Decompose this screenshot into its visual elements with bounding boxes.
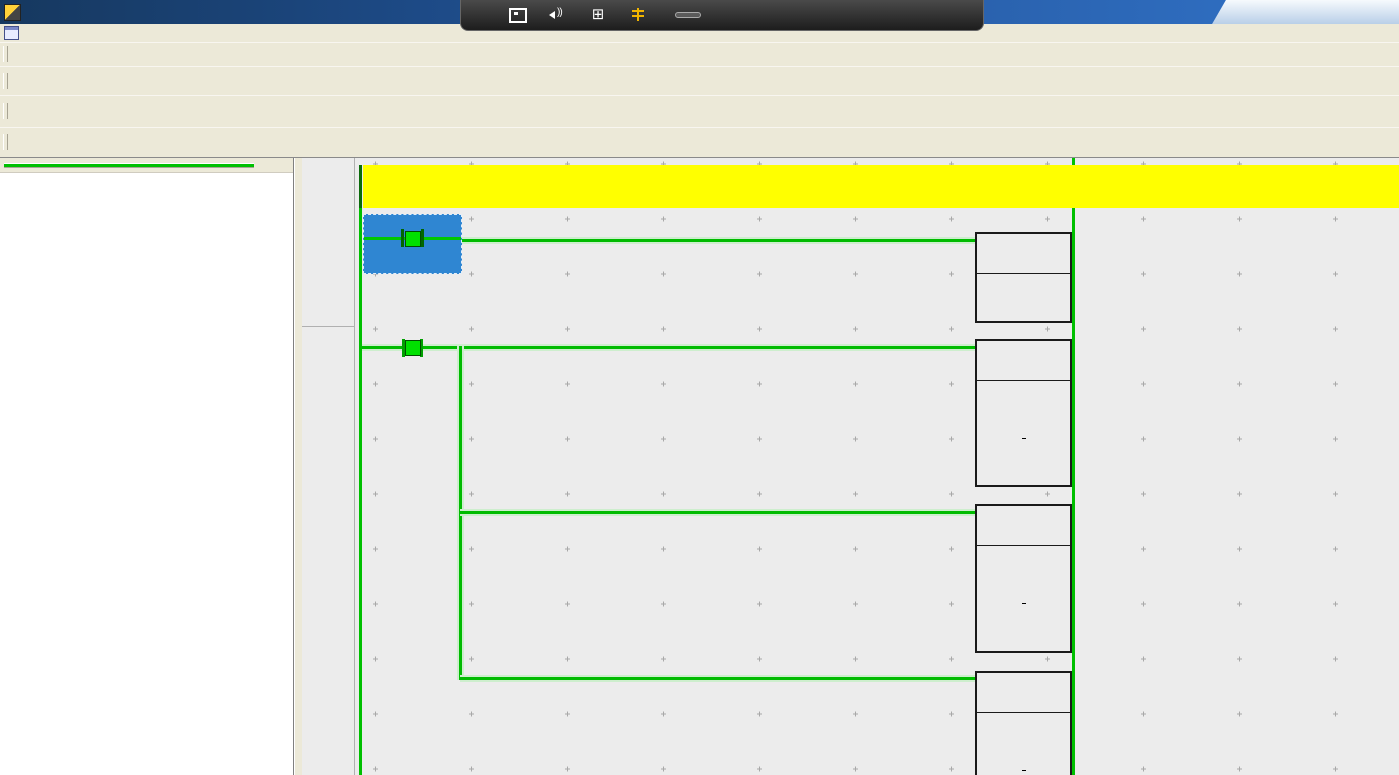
- contact-energized-square: [405, 231, 421, 247]
- toolbar-standard: [0, 42, 1399, 67]
- work-area: [0, 157, 1399, 775]
- margin-rung-divider: [302, 326, 354, 327]
- rung1-wire: [362, 344, 975, 351]
- mov-destination: [1022, 770, 1026, 775]
- block-divider: [977, 273, 1070, 274]
- margin-divider: [354, 158, 355, 775]
- mov-destination: [1022, 603, 1026, 619]
- annotation-tool-icon[interactable]: [629, 7, 647, 23]
- rung0-wire: [462, 237, 975, 244]
- window-add-icon[interactable]: ⊞: [589, 7, 607, 23]
- contact-bar: [401, 229, 404, 247]
- contact-energized-square: [405, 340, 421, 356]
- end-session-button[interactable]: [675, 12, 701, 18]
- project-tree: [0, 173, 293, 177]
- branch-wire-2: [460, 509, 975, 516]
- toolbar-grip[interactable]: [3, 73, 8, 89]
- mov-instruction-block-3[interactable]: [975, 671, 1072, 775]
- mov-instruction-block-1[interactable]: [975, 339, 1072, 487]
- contact-cf101-selected[interactable]: [363, 214, 462, 274]
- toolbar-grip[interactable]: [3, 103, 8, 119]
- mov-destination: [1022, 438, 1026, 454]
- left-bus-bar-banner: [359, 165, 362, 208]
- workspace-drag-handle[interactable]: [4, 163, 254, 168]
- workspace-close-icon[interactable]: [277, 159, 290, 170]
- block-divider: [977, 545, 1070, 546]
- app-icon: [4, 4, 21, 21]
- speaker-icon[interactable]: [549, 7, 567, 23]
- contact-bar: [421, 229, 424, 247]
- mov-instruction-block-2[interactable]: [975, 504, 1072, 653]
- workspace-header: [0, 158, 293, 173]
- left-bus-bar: [359, 208, 362, 775]
- block-divider: [977, 380, 1070, 381]
- titlebar-light-wedge: [1212, 0, 1399, 24]
- fullscreen-icon[interactable]: [509, 8, 527, 23]
- block-divider: [977, 712, 1070, 713]
- branch-wire-3: [460, 675, 975, 682]
- minimize-button[interactable]: [1142, 3, 1160, 19]
- workspace-collapse-icon[interactable]: [262, 159, 275, 170]
- right-bus-bar: [1072, 158, 1075, 775]
- restore-button[interactable]: [1169, 3, 1187, 19]
- toolbar-rungs: [0, 127, 1399, 158]
- close-button[interactable]: [1196, 3, 1214, 19]
- project-workspace: [0, 158, 294, 775]
- toolbar-plc: [0, 95, 1399, 128]
- toolbar-grip[interactable]: [3, 46, 8, 62]
- section-comment-banner[interactable]: [363, 165, 1399, 208]
- toolbar-grip[interactable]: [3, 134, 8, 150]
- toolbar-diagram: [0, 66, 1399, 96]
- difu-instruction-block[interactable]: [975, 232, 1072, 323]
- ladder-editor[interactable]: [302, 158, 1399, 775]
- remote-control-overlay: ⊞: [460, 0, 984, 31]
- mdi-child-icon[interactable]: [4, 26, 19, 40]
- ladder-grid: [302, 158, 1399, 775]
